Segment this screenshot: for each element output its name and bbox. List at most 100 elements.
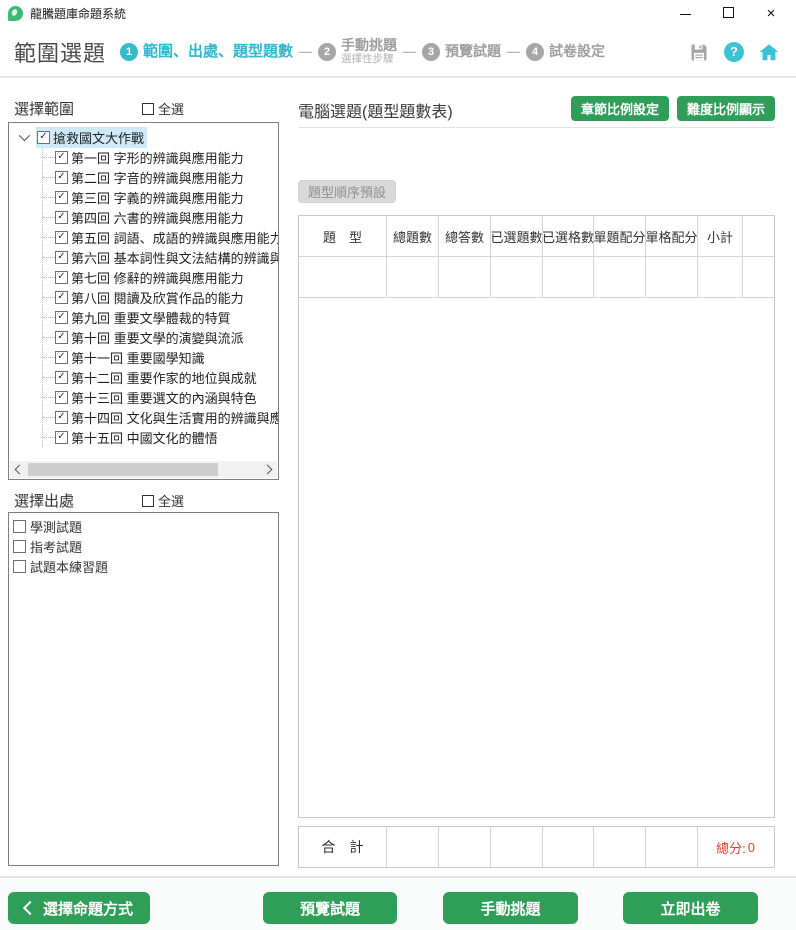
scroll-right-icon[interactable] [261, 461, 277, 478]
save-icon[interactable] [688, 41, 710, 63]
tree-item-checkbox[interactable] [55, 251, 68, 264]
difficulty-ratio-button[interactable]: 難度比例顯示 [677, 96, 775, 121]
tree-connector [43, 377, 55, 378]
tree-item-checkbox[interactable] [55, 431, 68, 444]
tree-item-checkbox[interactable] [55, 271, 68, 284]
step-2[interactable]: 2手動挑題選擇性步驟 [318, 38, 397, 65]
tree-item[interactable]: 第一回 字形的辨識與應用能力 [43, 147, 278, 167]
step-connector: — [507, 44, 520, 59]
tree-item[interactable]: 第五回 詞語、成語的辨識與應用能力 [43, 227, 278, 247]
tree-root-checkbox[interactable] [37, 131, 50, 144]
source-item-checkbox[interactable] [13, 540, 26, 553]
step-4-circle-icon: 4 [526, 43, 544, 61]
total-row-label: 合 計 [299, 827, 387, 867]
step-3-circle-icon: 3 [422, 43, 440, 61]
tree-item[interactable]: 第四回 六書的辨識與應用能力 [43, 207, 278, 227]
home-icon[interactable] [758, 41, 780, 63]
tree-item-checkbox[interactable] [55, 391, 68, 404]
tree-item[interactable]: 第十五回 中國文化的體悟 [43, 427, 278, 447]
tree-item-label: 第十五回 中國文化的體悟 [71, 428, 218, 447]
source-item-checkbox[interactable] [13, 520, 26, 533]
chapter-ratio-button[interactable]: 章節比例設定 [571, 96, 669, 121]
scrollbar-thumb[interactable] [28, 463, 218, 476]
tree-horizontal-scrollbar[interactable] [10, 461, 277, 478]
tree-item[interactable]: 第九回 重要文學體裁的特質 [43, 307, 278, 327]
generate-paper-button[interactable]: 立即出卷 [623, 892, 758, 924]
range-select-all-checkbox[interactable] [142, 103, 154, 115]
maximize-button[interactable] [721, 0, 735, 27]
table-header-cell: 單格配分 [646, 216, 698, 256]
tree-connector [43, 317, 55, 318]
source-item[interactable]: 試題本練習題 [9, 556, 278, 576]
tree-connector [43, 417, 55, 418]
tree-item-checkbox[interactable] [55, 411, 68, 424]
tree-item-label: 第五回 詞語、成語的辨識與應用能力 [71, 228, 278, 247]
page-title: 範圍選題 [14, 36, 106, 68]
close-button[interactable]: × [764, 0, 778, 27]
tree-item-checkbox[interactable] [55, 231, 68, 244]
stepper: 1範圍、出處、題型題數—2手動挑題選擇性步驟—3預覽試題—4試卷設定 [120, 38, 605, 65]
scroll-left-icon[interactable] [10, 461, 26, 478]
table-cell [698, 257, 743, 297]
source-item[interactable]: 指考試題 [9, 536, 278, 556]
step-subtitle: 選擇性步驟 [341, 53, 397, 65]
source-item-checkbox[interactable] [13, 560, 26, 573]
tree-item[interactable]: 第十二回 重要作家的地位與成就 [43, 367, 278, 387]
source-list: 學測試題指考試題試題本練習題 [8, 512, 279, 866]
tree-item[interactable]: 第十三回 重要選文的內涵與特色 [43, 387, 278, 407]
tree-item[interactable]: 第十四回 文化與生活實用的辨識與應 [43, 407, 278, 427]
tree-item-checkbox[interactable] [55, 331, 68, 344]
tree-item-label: 第六回 基本詞性與文法結構的辨識與 [71, 248, 278, 267]
tree-item-checkbox[interactable] [55, 151, 68, 164]
step-1-circle-icon: 1 [120, 43, 138, 61]
tree-item[interactable]: 第十一回 重要國學知識 [43, 347, 278, 367]
tree-root-row[interactable]: 搶救國文大作戰 [9, 127, 278, 147]
tree-connector [43, 437, 55, 438]
tree-item[interactable]: 第八回 閱讀及欣賞作品的能力 [43, 287, 278, 307]
step-2-circle-icon: 2 [318, 43, 336, 61]
table-cell [299, 257, 387, 297]
tree-item-checkbox[interactable] [55, 191, 68, 204]
main-panel-title: 電腦選題(題型題數表) [298, 98, 453, 122]
tree-item-checkbox[interactable] [55, 291, 68, 304]
tree-item-checkbox[interactable] [55, 311, 68, 324]
tree-item-checkbox[interactable] [55, 211, 68, 224]
title-divider [298, 127, 775, 128]
table-cell [439, 257, 491, 297]
tree-item[interactable]: 第七回 修辭的辨識與應用能力 [43, 267, 278, 287]
range-select-all[interactable]: 全選 [142, 99, 184, 118]
tree-item[interactable]: 第三回 字義的辨識與應用能力 [43, 187, 278, 207]
step-4[interactable]: 4試卷設定 [526, 43, 605, 61]
tree-expander-icon[interactable] [19, 130, 30, 141]
tree-item-label: 第八回 閱讀及欣賞作品的能力 [71, 288, 244, 307]
tree-connector [43, 257, 55, 258]
step-1[interactable]: 1 範圍、出處、題型題數 [120, 43, 293, 61]
tree-item[interactable]: 第二回 字音的辨識與應用能力 [43, 167, 278, 187]
minimize-button[interactable] [678, 0, 692, 27]
chevron-left-icon [23, 901, 37, 915]
step-3[interactable]: 3預覽試題 [422, 43, 501, 61]
tree-connector [43, 337, 55, 338]
help-icon[interactable]: ? [723, 41, 745, 63]
tree-item-checkbox[interactable] [55, 371, 68, 384]
table-header-cell: 已選格數 [543, 216, 594, 256]
total-row-cell [646, 827, 698, 867]
tree-item-checkbox[interactable] [55, 171, 68, 184]
tree-item-label: 第三回 字義的辨識與應用能力 [71, 188, 244, 207]
scrollbar-track[interactable] [26, 461, 261, 478]
table-header-cell: 單題配分 [594, 216, 646, 256]
source-select-all-checkbox[interactable] [142, 495, 154, 507]
tree-item[interactable]: 第十回 重要文學的演變與流派 [43, 327, 278, 347]
source-item[interactable]: 學測試題 [9, 516, 278, 536]
tree-connector [43, 157, 55, 158]
back-to-mode-button[interactable]: 選擇命題方式 [8, 892, 150, 924]
manual-pick-button[interactable]: 手動挑題 [443, 892, 578, 924]
question-order-preset-button[interactable]: 題型順序預設 [298, 180, 396, 203]
total-score-value: 0 [748, 840, 755, 855]
step-label: 範圍、出處、題型題數 [143, 44, 293, 59]
tree-connector [43, 197, 55, 198]
source-select-all[interactable]: 全選 [142, 491, 184, 510]
tree-item[interactable]: 第六回 基本詞性與文法結構的辨識與 [43, 247, 278, 267]
preview-questions-button[interactable]: 預覽試題 [263, 892, 397, 924]
tree-item-checkbox[interactable] [55, 351, 68, 364]
